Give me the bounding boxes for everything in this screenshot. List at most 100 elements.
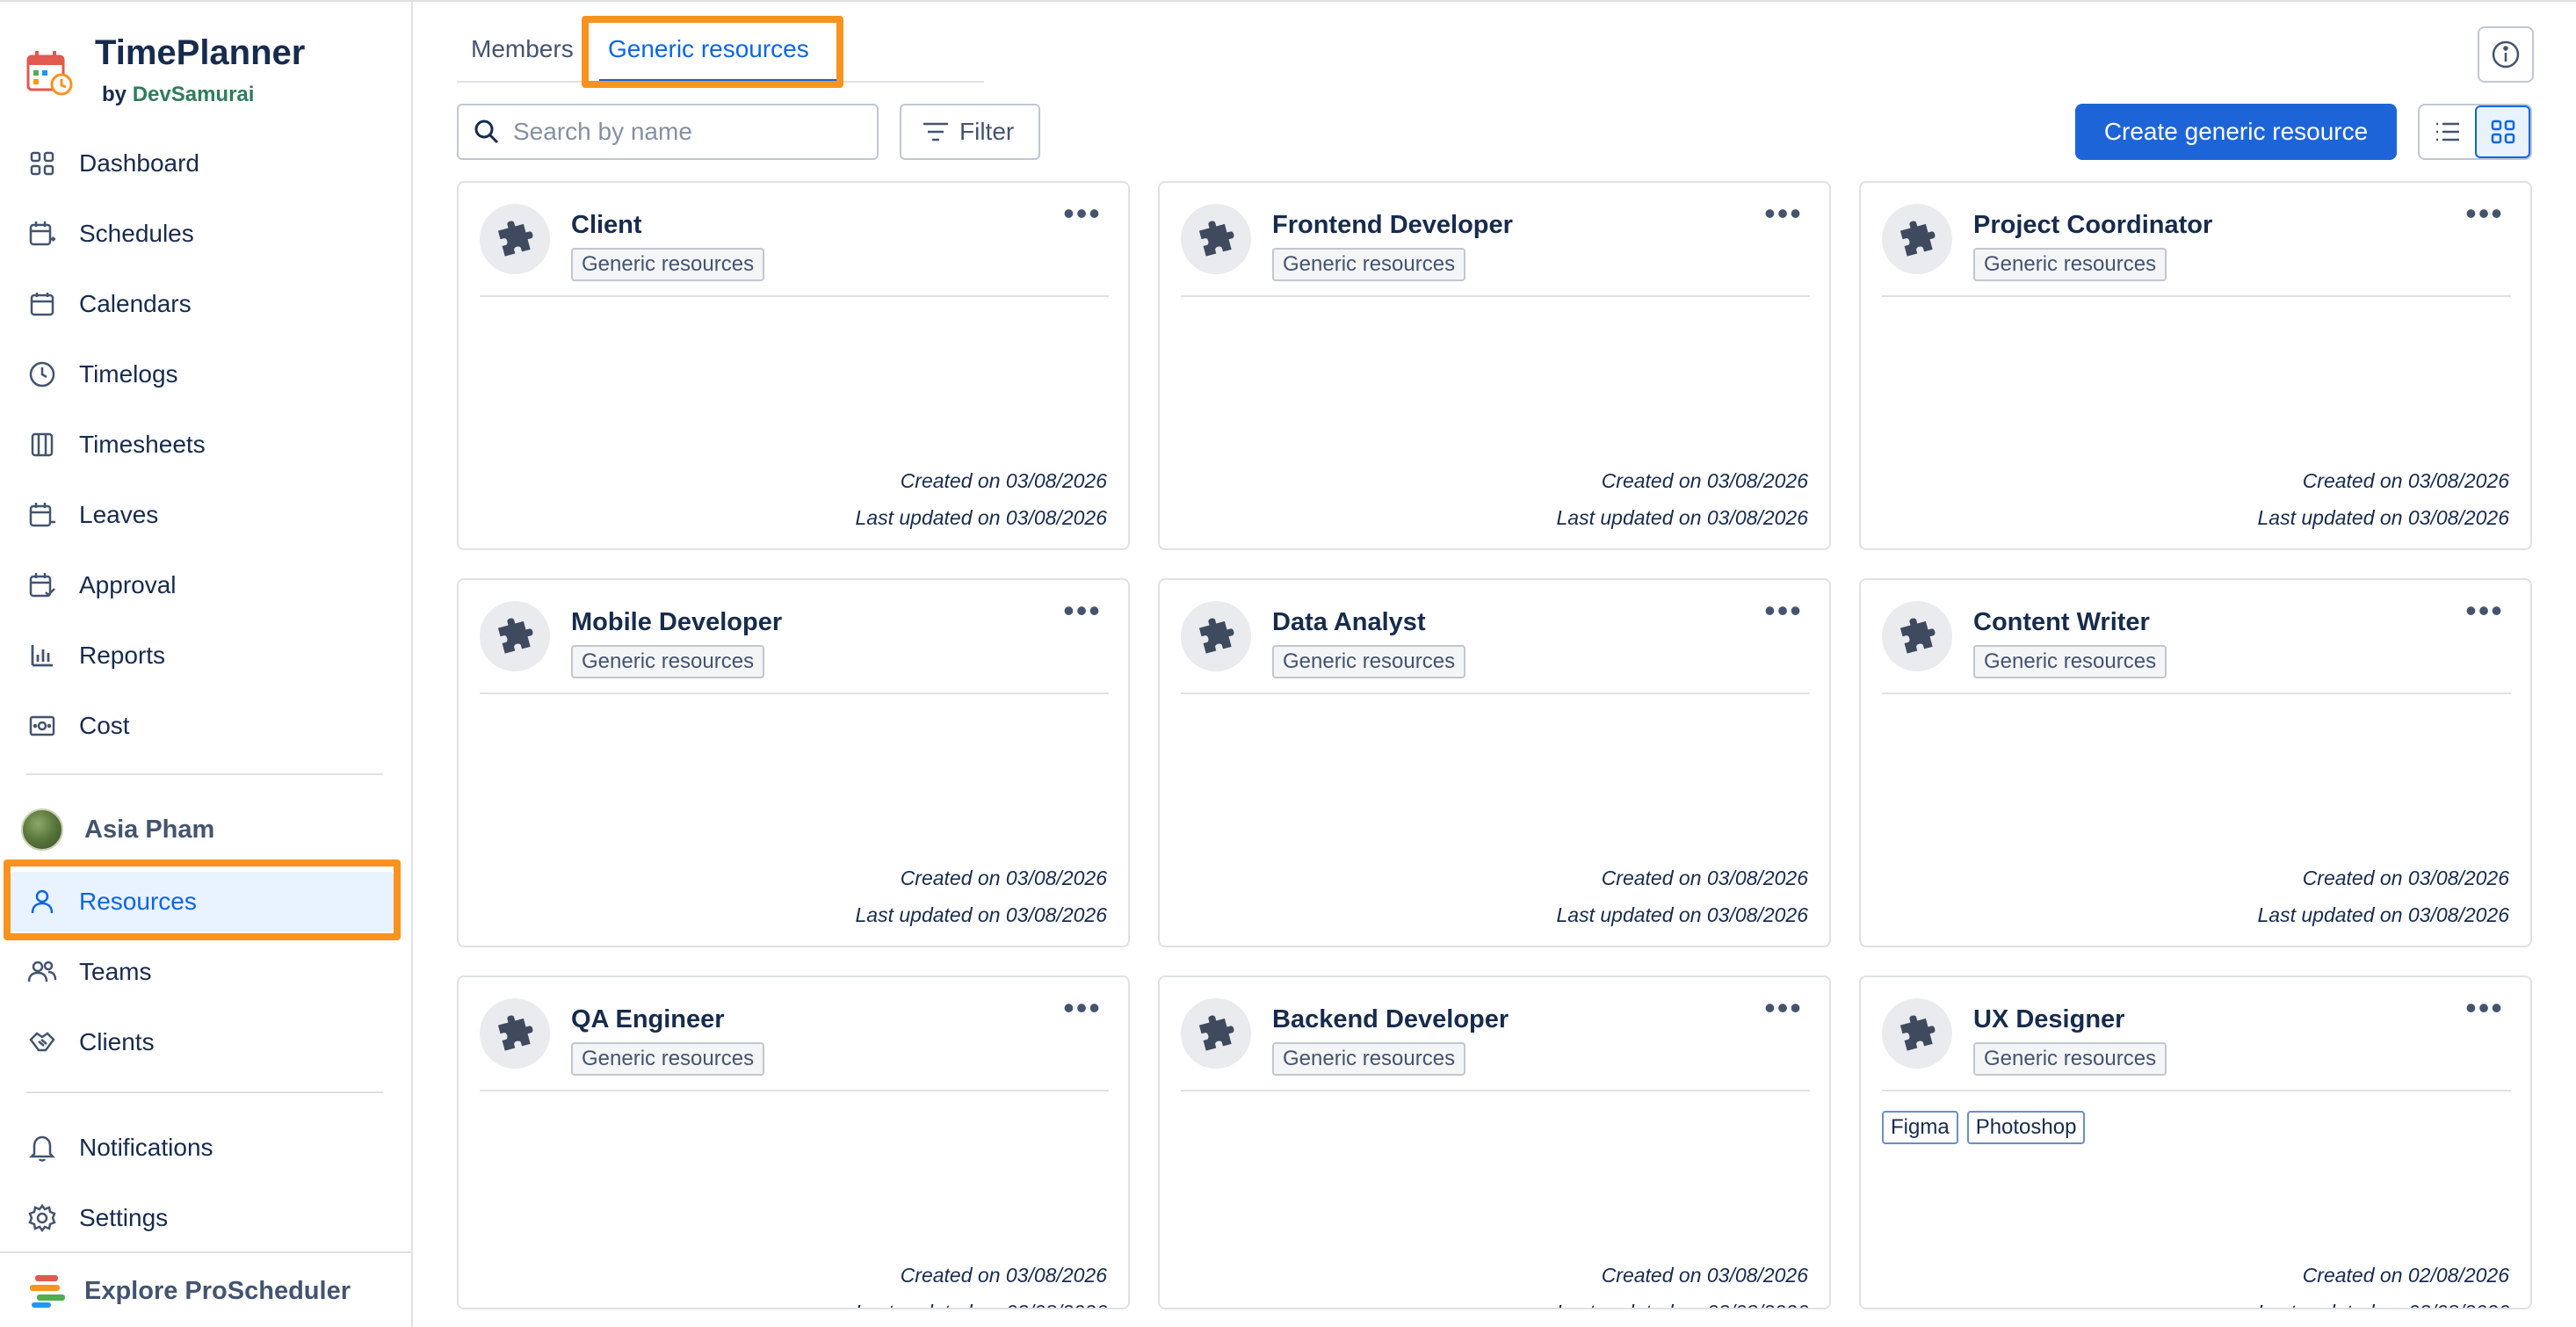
resource-card[interactable]: Content Writer Generic resources ••• Create… (1859, 578, 2532, 947)
created-date: Created on 03/08/2026 (1601, 1264, 1808, 1287)
sidebar-item-reports[interactable]: Reports (11, 626, 395, 685)
puzzle-avatar (480, 998, 550, 1069)
resource-type-badge: Generic resources (1272, 248, 1466, 281)
active-tab-indicator (599, 79, 838, 83)
explore-proscheduler[interactable]: Explore ProScheduler (0, 1251, 413, 1327)
info-button[interactable] (2478, 26, 2534, 83)
puzzle-avatar (1181, 998, 1251, 1069)
search-icon (474, 120, 499, 144)
created-date: Created on 02/08/2026 (2302, 1264, 2509, 1287)
info-icon (2492, 40, 2520, 69)
puzzle-icon (1198, 221, 1234, 257)
resource-card[interactable]: Project Coordinator Generic resources ••• C… (1859, 181, 2532, 550)
more-options-icon[interactable]: ••• (1063, 198, 1102, 232)
resource-name: Content Writer (1973, 608, 2150, 636)
sidebar-item-cost[interactable]: Cost (11, 696, 395, 756)
gear-icon (25, 1200, 60, 1236)
sidebar-item-timesheets[interactable]: Timesheets (11, 415, 395, 475)
sidebar-item-label: Timesheets (79, 431, 206, 458)
sidebar-item-calendars[interactable]: Calendars (11, 274, 395, 334)
updated-date: Last updated on 03/08/2026 (1557, 1301, 1808, 1308)
resource-card[interactable]: Data Analyst Generic resources ••• Created … (1158, 578, 1831, 947)
app-name: TimePlanner (95, 33, 306, 72)
created-date: Created on 03/08/2026 (1601, 469, 1808, 492)
sidebar-item-label: Leaves (79, 501, 159, 528)
created-date: Created on 03/08/2026 (2302, 469, 2509, 492)
card-divider (480, 693, 1109, 694)
puzzle-avatar (1181, 204, 1251, 274)
leaves-icon (25, 497, 60, 533)
search-box[interactable] (457, 104, 879, 160)
more-options-icon[interactable]: ••• (2465, 992, 2504, 1026)
puzzle-icon (497, 221, 533, 257)
grid-view-button[interactable] (2475, 105, 2530, 158)
timeplanner-logo-icon (26, 51, 73, 96)
resource-card[interactable]: Client Generic resources ••• Created on 03/… (457, 181, 1130, 550)
resource-card[interactable]: QA Engineer Generic resources ••• Created o… (457, 975, 1130, 1309)
sidebar-item-leaves[interactable]: Leaves (11, 485, 395, 545)
more-options-icon[interactable]: ••• (2465, 595, 2504, 629)
resource-type-badge: Generic resources (571, 645, 765, 678)
sidebar-item-label: Dashboard (79, 149, 199, 177)
sidebar-item-resources[interactable]: Resources (11, 872, 395, 932)
resource-type-badge: Generic resources (1973, 645, 2167, 678)
resource-card[interactable]: Mobile Developer Generic resources ••• Crea… (457, 578, 1130, 947)
sidebar-item-label: Approval (79, 571, 177, 598)
list-view-button[interactable] (2420, 105, 2475, 158)
proscheduler-logo-icon (30, 1275, 65, 1308)
tab-generic-resources[interactable]: Generic resources (608, 35, 809, 63)
tab-members[interactable]: Members (471, 35, 574, 63)
sidebar-item-teams[interactable]: Teams (11, 942, 395, 1002)
skill-tags: Figma Photoshop (1882, 1111, 2086, 1144)
more-options-icon[interactable]: ••• (1764, 198, 1803, 232)
card-divider (480, 1090, 1109, 1091)
more-options-icon[interactable]: ••• (1063, 595, 1102, 629)
view-toggle (2418, 104, 2532, 160)
user-name: Asia Pham (84, 815, 215, 844)
resource-type-badge: Generic resources (1973, 1042, 2167, 1076)
sidebar-item-approval[interactable]: Approval (11, 555, 395, 615)
updated-date: Last updated on 03/08/2026 (2258, 1301, 2509, 1308)
resource-card[interactable]: Frontend Developer Generic resources ••• Cr… (1158, 181, 1831, 550)
sidebar-item-clients[interactable]: Clients (11, 1012, 395, 1072)
more-options-icon[interactable]: ••• (1764, 992, 1803, 1026)
updated-date: Last updated on 03/08/2026 (856, 1301, 1107, 1308)
sidebar-item-label: Notifications (79, 1134, 213, 1161)
puzzle-avatar (1882, 998, 1952, 1069)
resource-type-badge: Generic resources (571, 248, 765, 281)
create-generic-resource-button[interactable]: Create generic resource (2075, 104, 2397, 160)
sidebar-item-settings[interactable]: Settings (11, 1188, 395, 1248)
card-divider (1181, 295, 1810, 297)
byline-prefix: by (102, 83, 127, 106)
more-options-icon[interactable]: ••• (2465, 198, 2504, 232)
resource-name: Data Analyst (1272, 608, 1426, 636)
filter-button[interactable]: Filter (900, 104, 1040, 160)
list-icon (2435, 122, 2459, 141)
more-options-icon[interactable]: ••• (1063, 992, 1102, 1026)
created-date: Created on 03/08/2026 (900, 469, 1107, 492)
created-date: Created on 03/08/2026 (2302, 867, 2509, 889)
resource-card[interactable]: Backend Developer Generic resources ••• Cre… (1158, 975, 1831, 1309)
resource-card[interactable]: UX Designer Generic resources ••• Figma Phot… (1859, 975, 2532, 1309)
teams-icon (25, 954, 60, 990)
card-divider (1181, 1090, 1810, 1091)
puzzle-icon (1198, 1015, 1234, 1051)
resource-name: Backend Developer (1272, 1005, 1509, 1033)
sidebar-item-timelogs[interactable]: Timelogs (11, 344, 395, 404)
sidebar-item-dashboard[interactable]: Dashboard (11, 134, 395, 193)
created-date: Created on 03/08/2026 (900, 1264, 1107, 1287)
sidebar-item-notifications[interactable]: Notifications (11, 1118, 395, 1178)
resource-name: Mobile Developer (571, 608, 783, 636)
person-icon (25, 884, 60, 919)
resource-name: Frontend Developer (1272, 211, 1513, 239)
company-name: DevSamurai (132, 83, 255, 106)
sidebar-item-schedules[interactable]: Schedules (11, 204, 395, 264)
more-options-icon[interactable]: ••• (1764, 595, 1803, 629)
search-input[interactable] (513, 118, 865, 146)
sidebar-item-label: Settings (79, 1204, 169, 1231)
brand[interactable]: TimePlanner by DevSamurai (21, 32, 390, 116)
created-date: Created on 03/08/2026 (1601, 867, 1808, 889)
sidebar-item-label: Schedules (79, 220, 194, 247)
user-profile[interactable]: Asia Pham (11, 800, 395, 859)
updated-date: Last updated on 03/08/2026 (855, 903, 1107, 926)
